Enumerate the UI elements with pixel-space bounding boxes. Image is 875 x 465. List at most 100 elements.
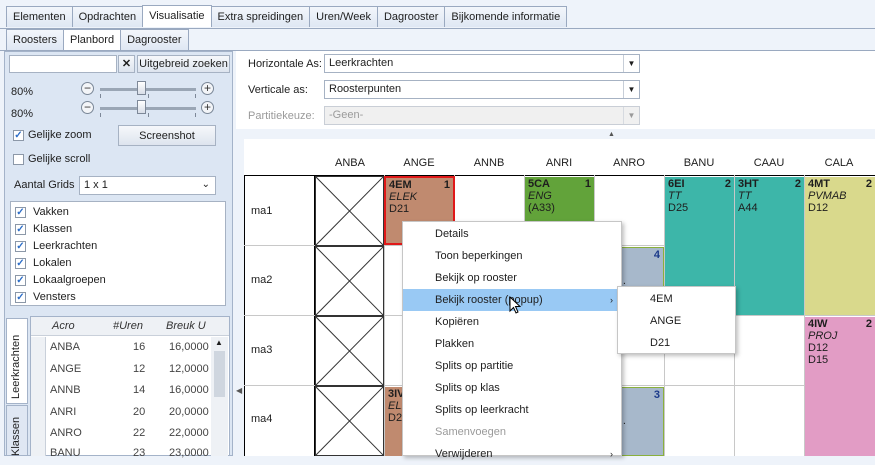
col-header[interactable]: ANBA (315, 157, 385, 169)
col-header[interactable]: BANU (664, 157, 734, 169)
zoom-level-1: 80% (11, 86, 34, 98)
col-header[interactable]: CAAU (734, 157, 804, 169)
submenu-item-teacher[interactable]: ANGE (618, 310, 735, 332)
subtab-roosters[interactable]: Roosters (6, 29, 65, 50)
table-cell[interactable]: ANRO (50, 427, 82, 439)
col-acro-header[interactable]: Acro (52, 320, 75, 332)
subtab-dagrooster[interactable]: Dagrooster (120, 29, 189, 50)
table-cell[interactable]: ANBA (50, 341, 80, 353)
tab-dagrooster[interactable]: Dagrooster (376, 6, 446, 27)
scroll-up-icon[interactable]: ▲ (215, 338, 223, 347)
table-cell: 22,0000 (169, 427, 209, 439)
lesson-count: 1 (443, 179, 450, 191)
zoom-out-1-button[interactable]: − (81, 82, 94, 95)
row-header[interactable]: ma2 (251, 274, 272, 286)
lesson-room: D15 (808, 354, 829, 366)
submenu-item-room[interactable]: D21 (618, 332, 735, 354)
row-header[interactable]: ma4 (251, 413, 272, 425)
dropdown-arrow-icon: ▼ (623, 55, 639, 72)
menu-item-toon-beperkingen[interactable]: Toon beperkingen (403, 245, 621, 267)
tab-elementen[interactable]: Elementen (6, 6, 73, 27)
menu-item-splits-op-klas[interactable]: Splits op klas (403, 377, 621, 399)
lesson-room: A44 (738, 202, 758, 214)
main-tab-bar: Elementen Opdrachten Visualisatie Extra … (6, 5, 568, 28)
tab-opdrachten[interactable]: Opdrachten (71, 6, 144, 27)
col-header[interactable]: ANGE (384, 157, 454, 169)
lesson-room: D12 (808, 342, 829, 354)
collapse-left-icon[interactable]: ◀ (236, 386, 242, 395)
layer-vensters-label: Vensters (33, 291, 76, 303)
lesson-class: 4IW (808, 318, 828, 330)
menu-item-plakken[interactable]: Plakken (403, 333, 621, 355)
tab-bijkomende-informatie[interactable]: Bijkomende informatie (444, 6, 568, 27)
menu-item-verwijderen[interactable]: Verwijderen › (403, 443, 621, 465)
table-cell[interactable]: ANGE (50, 363, 81, 375)
zoom-slider-2-thumb[interactable] (137, 100, 146, 114)
menu-item-details[interactable]: Details (403, 223, 621, 245)
vtab-klassen[interactable]: Klassen (6, 405, 28, 456)
lesson-count: 2 (794, 178, 801, 190)
zoom-out-2-button[interactable]: − (81, 101, 94, 114)
context-submenu: 4EM ANGE D21 (617, 286, 736, 354)
vtab-leerkrachten[interactable]: Leerkrachten (6, 318, 28, 404)
lesson-card-4iw[interactable]: 4IW PROJ D12 D15 2 (805, 317, 875, 456)
collapse-up-icon[interactable]: ▲ (608, 131, 615, 138)
row-header[interactable]: ma1 (251, 205, 272, 217)
table-cell[interactable]: ANNB (50, 384, 81, 396)
search-input[interactable] (9, 55, 117, 73)
zoom-in-2-button[interactable]: + (201, 101, 214, 114)
dropdown-arrow-icon: ▼ (623, 81, 639, 98)
table-scroll-thumb[interactable] (214, 351, 225, 397)
subtab-planbord[interactable]: Planbord (63, 29, 122, 51)
chevron-down-icon: ⌄ (201, 179, 210, 190)
submenu-item-class[interactable]: 4EM (618, 288, 735, 310)
layer-lokalen-checkbox[interactable]: ✓ (15, 258, 26, 269)
extended-search-button[interactable]: Uitgebreid zoeken (137, 55, 230, 73)
h-axis-select[interactable]: Leerkrachten ▼ (324, 54, 640, 73)
col-header[interactable]: CALA (804, 157, 874, 169)
tab-uren-week[interactable]: Uren/Week (309, 6, 378, 27)
layer-klassen-checkbox[interactable]: ✓ (15, 224, 26, 235)
table-cell: 16,0000 (169, 341, 209, 353)
lesson-card-3ht[interactable]: 3HT TT A44 2 (735, 177, 804, 315)
lesson-card-4mt[interactable]: 4MT PVMAB D12 2 (805, 177, 875, 315)
table-cell[interactable]: ANRI (50, 406, 76, 418)
chevron-right-icon: › (610, 295, 613, 305)
zoom-slider-2[interactable] (100, 107, 196, 110)
grid-count-select[interactable]: 1 x 1 ⌄ (79, 176, 216, 195)
menu-item-splits-op-partitie[interactable]: Splits op partitie (403, 355, 621, 377)
v-axis-select[interactable]: Roosterpunten ▼ (324, 80, 640, 99)
clear-search-button[interactable]: ✕ (118, 55, 135, 73)
layer-lokaalgroepen-checkbox[interactable]: ✓ (15, 275, 26, 286)
row-header[interactable]: ma3 (251, 344, 272, 356)
layer-vensters-checkbox[interactable]: ✓ (15, 292, 26, 303)
zoom-in-1-button[interactable]: + (201, 82, 214, 95)
menu-item-bekijk-op-rooster[interactable]: Bekijk op rooster (403, 267, 621, 289)
lesson-subject: PVMAB (808, 190, 847, 202)
screenshot-button[interactable]: Screenshot (118, 125, 216, 146)
layer-vakken-checkbox[interactable]: ✓ (15, 207, 26, 218)
col-header[interactable]: ANRI (524, 157, 594, 169)
zoom-slider-1[interactable] (100, 88, 196, 91)
lesson-count: 2 (724, 178, 731, 190)
zoom-slider-1-thumb[interactable] (137, 81, 146, 95)
layer-leerkrachten-checkbox[interactable]: ✓ (15, 241, 26, 252)
tab-visualisatie[interactable]: Visualisatie (142, 5, 212, 27)
lesson-count: 4 (653, 249, 660, 261)
tab-extra-spreidingen[interactable]: Extra spreidingen (210, 6, 311, 27)
col-uren-header[interactable]: #Uren (113, 320, 143, 332)
col-header[interactable]: ANNB (454, 157, 524, 169)
layer-lokaalgroepen-label: Lokaalgroepen (33, 274, 106, 286)
same-zoom-checkbox[interactable]: ✓ (13, 130, 24, 141)
menu-item-splits-op-leerkracht[interactable]: Splits op leerkracht (403, 399, 621, 421)
lesson-count: 2 (865, 318, 872, 330)
col-breuk-header[interactable]: Breuk U (166, 320, 206, 332)
menu-item-label: Bekijk rooster (popup) (435, 294, 543, 306)
lesson-class: 6EI (668, 178, 685, 190)
partition-select[interactable]: -Geen- ▼ (324, 106, 640, 125)
col-header[interactable]: ANRO (594, 157, 664, 169)
lesson-class: 4EM (389, 179, 412, 191)
table-cell[interactable]: BANU (50, 447, 81, 459)
table-cell: 23 (133, 447, 146, 459)
same-scroll-checkbox[interactable] (13, 154, 24, 165)
